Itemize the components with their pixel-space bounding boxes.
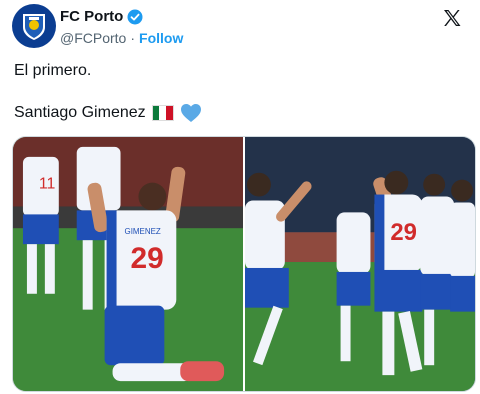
blue-heart-icon [180,104,201,122]
verified-badge-icon [127,9,143,24]
photo-1-jersey-number: 29 [130,242,163,275]
photo-2[interactable]: 29 [245,137,475,391]
account-name-row: FC Porto [60,8,143,25]
photo-1[interactable]: 11 GIMENEZ 29 [13,137,243,391]
mexico-flag-icon [151,105,174,121]
photo-1-scene: 11 GIMENEZ 29 [13,137,243,391]
photo-2-scene: 29 [245,137,475,391]
account-handle-row: @FCPorto · Follow [60,30,183,46]
photo-1-jersey-name: GIMENEZ [125,227,161,236]
photo-2-jersey-number: 29 [390,219,417,246]
post-text-player-name: Santiago Gimenez [14,104,146,121]
separator-dot: · [130,30,136,46]
post-text-line-2: Santiago Gimenez [14,103,202,123]
account-avatar[interactable] [12,4,56,48]
photo-1-bg-number: 11 [39,176,56,193]
x-logo-icon[interactable] [442,8,462,28]
account-handle[interactable]: @FCPorto [60,30,126,46]
account-display-name[interactable]: FC Porto [60,8,123,25]
post-text-line-1: El primero. [14,62,92,79]
fc-porto-crest-icon [23,14,45,40]
follow-button[interactable]: Follow [139,30,183,46]
media-grid: 11 GIMENEZ 29 29 [12,136,476,392]
